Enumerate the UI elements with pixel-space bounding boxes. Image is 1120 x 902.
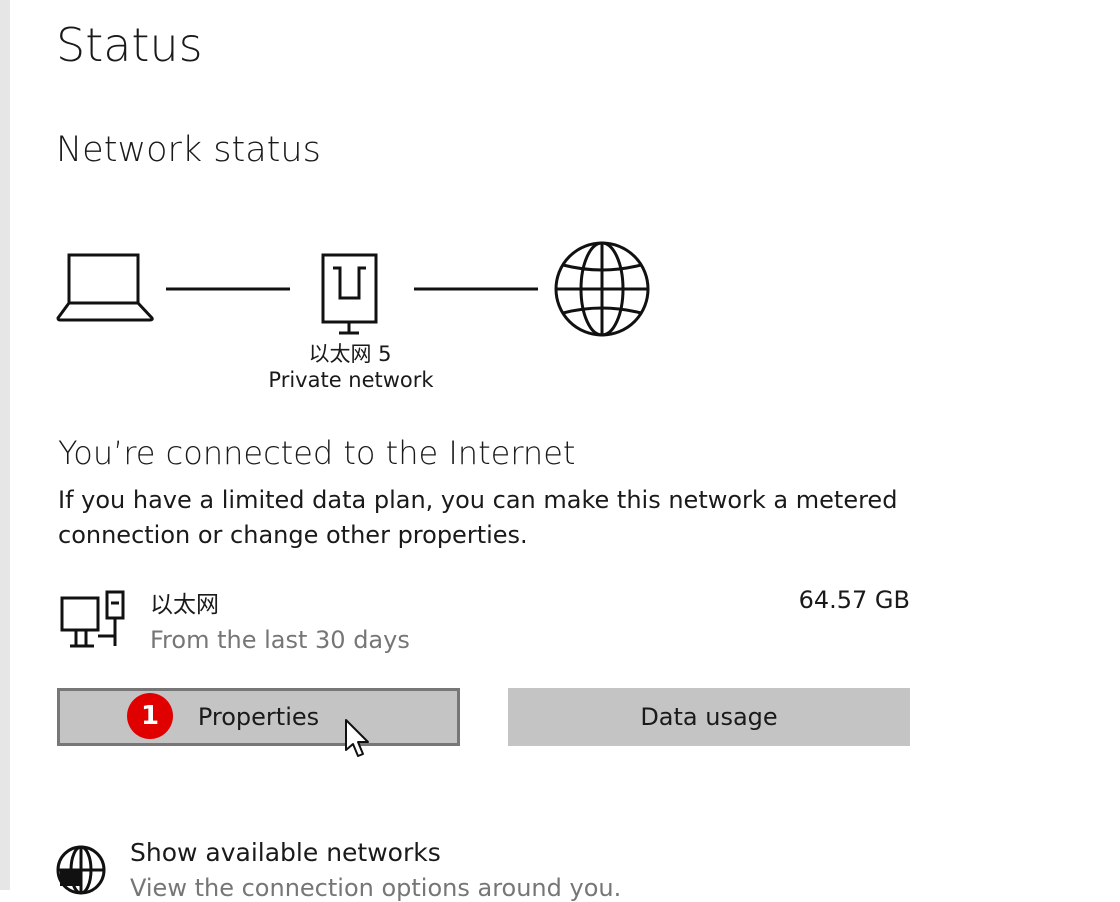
globe-icon bbox=[56, 845, 106, 895]
connection-status-heading: You’re connected to the Internet bbox=[58, 434, 576, 472]
properties-button[interactable]: Properties bbox=[57, 688, 460, 746]
usage-period: From the last 30 days bbox=[150, 626, 410, 654]
usage-amount: 64.57 GB bbox=[798, 586, 910, 614]
mouse-pointer-icon bbox=[345, 719, 369, 757]
data-usage-button[interactable]: Data usage bbox=[508, 688, 910, 746]
step-number-badge: 1 bbox=[127, 693, 173, 739]
show-available-networks-subtitle: View the connection options around you. bbox=[130, 874, 622, 902]
section-title: Network status bbox=[56, 130, 321, 170]
page-title: Status bbox=[56, 18, 203, 72]
network-type: Private network bbox=[268, 368, 434, 392]
globe-icon bbox=[554, 241, 650, 337]
window-edge bbox=[0, 0, 10, 890]
connection-description: If you have a limited data plan, you can… bbox=[58, 486, 898, 549]
laptop-icon bbox=[56, 253, 154, 322]
ethernet-adapter-icon bbox=[321, 253, 378, 335]
wired-pc-icon bbox=[60, 590, 125, 648]
adapter-usage-name: 以太网 bbox=[150, 592, 219, 618]
show-available-networks-link[interactable]: Show available networks bbox=[130, 838, 441, 867]
adapter-name: 以太网 5 bbox=[308, 342, 392, 366]
